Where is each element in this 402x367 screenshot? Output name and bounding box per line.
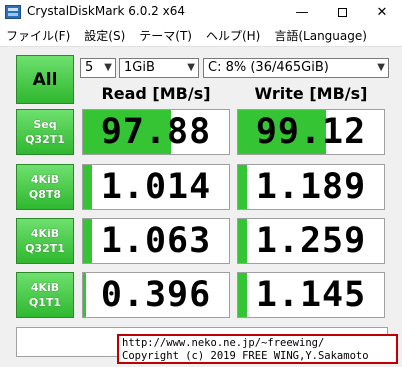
test-count-value: 5 (85, 60, 94, 75)
menu-file[interactable]: ファイル(F) (0, 27, 77, 44)
test-size-value: 1GiB (124, 60, 155, 75)
copyright-url: http://www.neko.ne.jp/~freewing/ (122, 337, 325, 349)
write-value: 1.145 (255, 275, 367, 315)
write-value: 1.189 (255, 167, 367, 207)
write-header: Write [MB/s] (254, 84, 368, 103)
4k-q8t8-button[interactable]: 4KiB Q8T8 (16, 164, 74, 210)
app-icon (5, 5, 21, 19)
write-value: 1.259 (255, 221, 367, 261)
menu-bar: ファイル(F) 設定(S) テーマ(T) ヘルプ(H) 言語(Language) (0, 24, 402, 47)
test-size-select[interactable]: 1GiB ▼ (119, 58, 199, 78)
menu-help[interactable]: ヘルプ(H) (199, 27, 267, 44)
title-bar: CrystalDiskMark 6.0.2 x64 — ✕ (0, 0, 402, 24)
write-value: 99.12 (255, 112, 367, 152)
4k-q1t1-read-result: 0.396 (82, 272, 230, 318)
4k-q32t1-button[interactable]: 4KiB Q32T1 (16, 218, 74, 264)
4k-q1t1-button[interactable]: 4KiB Q1T1 (16, 272, 74, 318)
row-label-type: 4KiB (30, 227, 60, 240)
seq-write-result: 99.12 (237, 109, 385, 155)
row-label-type: 4KiB (30, 281, 60, 294)
read-value: 1.063 (100, 221, 212, 261)
maximize-button[interactable] (322, 0, 362, 24)
chevron-down-icon: ▼ (104, 62, 112, 73)
row-label-queue: Q1T1 (28, 296, 62, 309)
close-icon: ✕ (376, 4, 388, 20)
4k-q1t1-write-result: 1.145 (237, 272, 385, 318)
4k-q32t1-write-result: 1.259 (237, 218, 385, 264)
read-value: 97.88 (100, 112, 212, 152)
read-value: 0.396 (100, 275, 212, 315)
read-value: 1.014 (100, 167, 212, 207)
row-label-queue: Q32T1 (25, 133, 65, 146)
menu-language[interactable]: 言語(Language) (267, 27, 374, 44)
maximize-icon (337, 7, 347, 17)
row-label-queue: Q8T8 (28, 188, 62, 201)
drive-select[interactable]: C: 8% (36/465GiB) ▼ (203, 58, 389, 78)
copyright-text: Copyright (c) 2019 FREE WING,Y.Sakamoto (122, 350, 369, 362)
4k-q32t1-read-result: 1.063 (82, 218, 230, 264)
test-count-select[interactable]: 5 ▼ (80, 58, 116, 78)
all-button[interactable]: All (16, 55, 74, 104)
row-label-queue: Q32T1 (25, 242, 65, 255)
minimize-button[interactable]: — (282, 0, 322, 24)
chevron-down-icon: ▼ (187, 62, 195, 73)
4k-q8t8-write-result: 1.189 (237, 164, 385, 210)
window-title: CrystalDiskMark 6.0.2 x64 (27, 4, 185, 18)
menu-settings[interactable]: 設定(S) (77, 27, 132, 44)
seq-read-result: 97.88 (82, 109, 230, 155)
chevron-down-icon: ▼ (377, 62, 385, 73)
copyright-box: http://www.neko.ne.jp/~freewing/ Copyrig… (117, 334, 398, 364)
close-button[interactable]: ✕ (362, 0, 402, 24)
read-header: Read [MB/s] (101, 84, 211, 103)
menu-theme[interactable]: テーマ(T) (132, 27, 199, 44)
row-label-type: Seq (33, 118, 57, 131)
seq-q32t1-button[interactable]: Seq Q32T1 (16, 109, 74, 155)
drive-value: C: 8% (36/465GiB) (208, 60, 329, 75)
4k-q8t8-read-result: 1.014 (82, 164, 230, 210)
minimize-icon: — (295, 4, 309, 20)
row-label-type: 4KiB (30, 173, 60, 186)
